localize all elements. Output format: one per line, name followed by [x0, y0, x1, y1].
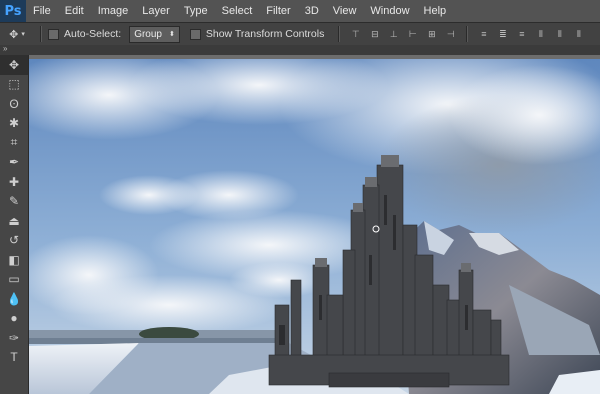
collapse-arrows-icon[interactable]: »	[3, 44, 7, 53]
tool-preset-picker[interactable]: ✥ ▾	[0, 24, 34, 44]
distribute-bottom-icon[interactable]: ≡	[515, 28, 528, 40]
options-bar: ✥ ▾ Auto-Select: Group ⬍ Show Transform C…	[0, 22, 600, 46]
marquee-tool-icon[interactable]: ⬚	[0, 75, 28, 95]
align-top-icon[interactable]: ⊤	[349, 28, 362, 40]
distribute-left-icon[interactable]: ⫴	[534, 28, 547, 40]
menu-select[interactable]: Select	[215, 0, 260, 22]
show-transform-checkbox[interactable]	[189, 28, 201, 40]
lasso-tool-icon[interactable]: ʘ	[0, 94, 28, 114]
distribute-right-icon[interactable]: ⫴	[572, 28, 585, 40]
chevron-down-icon: ▾	[21, 31, 25, 38]
distribute-hcenter-icon[interactable]: ⦀	[553, 28, 566, 40]
menu-edit[interactable]: Edit	[58, 0, 91, 22]
top-ruler-strip	[29, 55, 600, 59]
move-tool-icon: ✥	[9, 28, 19, 41]
distribute-vcenter-icon[interactable]: ≣	[496, 28, 509, 40]
crop-tool-icon[interactable]: ⌗	[0, 133, 28, 153]
auto-select-dropdown[interactable]: Group ⬍	[129, 25, 180, 43]
updown-icon: ⬍	[169, 31, 175, 38]
canvas-image	[29, 55, 600, 394]
align-right-icon[interactable]: ⊣	[444, 28, 457, 40]
menu-filter[interactable]: Filter	[259, 0, 297, 22]
menu-view[interactable]: View	[326, 0, 364, 22]
quick-select-tool-icon[interactable]: ✱	[0, 114, 28, 134]
divider	[338, 26, 341, 42]
menu-file[interactable]: File	[26, 0, 58, 22]
blur-tool-icon[interactable]: 💧	[0, 289, 28, 309]
align-bottom-icon[interactable]: ⊥	[387, 28, 400, 40]
distribute-top-icon[interactable]: ≡	[477, 28, 490, 40]
document-canvas[interactable]	[29, 55, 600, 394]
history-brush-tool-icon[interactable]: ↺	[0, 231, 28, 251]
divider	[466, 26, 469, 42]
dodge-tool-icon[interactable]: ●	[0, 309, 28, 329]
align-vcenter-icon[interactable]: ⊟	[368, 28, 381, 40]
menu-type[interactable]: Type	[177, 0, 215, 22]
menu-3d[interactable]: 3D	[298, 0, 326, 22]
menu-layer[interactable]: Layer	[135, 0, 177, 22]
menu-bar: Ps File Edit Image Layer Type Select Fil…	[0, 0, 600, 22]
eyedropper-tool-icon[interactable]: ✒	[0, 153, 28, 173]
gradient-tool-icon[interactable]: ▭	[0, 270, 28, 290]
clone-stamp-tool-icon[interactable]: ⏏	[0, 211, 28, 231]
show-transform-label: Show Transform Controls	[205, 28, 325, 40]
align-hcenter-icon[interactable]: ⊞	[425, 28, 438, 40]
healing-brush-tool-icon[interactable]: ✚	[0, 172, 28, 192]
panel-strip: »	[0, 44, 600, 55]
pen-tool-icon[interactable]: ✑	[0, 328, 28, 348]
align-left-icon[interactable]: ⊢	[406, 28, 419, 40]
menu-image[interactable]: Image	[91, 0, 136, 22]
auto-select-label: Auto-Select:	[64, 28, 122, 40]
type-tool-icon[interactable]: T	[0, 348, 28, 368]
brush-tool-icon[interactable]: ✎	[0, 192, 28, 212]
move-tool-icon[interactable]: ✥	[0, 55, 28, 75]
photoshop-logo: Ps	[0, 0, 26, 22]
menu-window[interactable]: Window	[363, 0, 416, 22]
eraser-tool-icon[interactable]: ◧	[0, 250, 28, 270]
auto-select-value: Group	[134, 28, 162, 40]
tools-panel: ✥ ⬚ ʘ ✱ ⌗ ✒ ✚ ✎ ⏏ ↺ ◧ ▭ 💧 ● ✑ T	[0, 55, 29, 394]
divider	[40, 26, 42, 42]
menu-help[interactable]: Help	[417, 0, 454, 22]
auto-select-checkbox[interactable]	[48, 28, 59, 40]
